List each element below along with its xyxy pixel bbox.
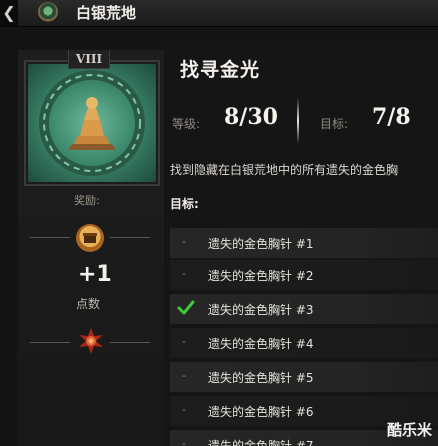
list-item[interactable]: - 遗失的金色胸针 #1 (170, 228, 438, 258)
region-emblem-icon (38, 2, 58, 22)
divider (30, 237, 70, 238)
objective-label: 遗失的金色胸针 #7 (208, 439, 314, 446)
quest-badge (24, 60, 160, 186)
quest-description: 找到隐藏在白银荒地中的所有遗失的金色胸 (170, 163, 399, 177)
divider (110, 342, 150, 343)
goal-value: 7/8 (372, 104, 411, 130)
points-value: +1 (78, 262, 112, 287)
divider (110, 237, 150, 238)
list-item[interactable]: 遗失的金色胸针 #3 (170, 294, 438, 324)
incomplete-dash-icon: - (182, 267, 186, 280)
objective-label: 遗失的金色胸针 #6 (208, 405, 314, 419)
spiked-star-icon (77, 327, 105, 355)
objective-label: 遗失的金色胸针 #4 (208, 337, 314, 351)
shrine-emblem-icon (28, 64, 156, 182)
treasure-chest-icon (76, 224, 104, 252)
tier-label: VIII (68, 50, 110, 69)
objective-label: 遗失的金色胸针 #3 (208, 303, 314, 317)
list-item[interactable]: - 遗失的金色胸针 #5 (170, 362, 438, 392)
points-label: 点数 (76, 297, 101, 311)
level-value: 8/30 (224, 104, 278, 130)
list-item[interactable]: - 遗失的金色胸针 #4 (170, 328, 438, 358)
level-label: 等级: (172, 117, 201, 131)
incomplete-dash-icon: - (182, 235, 186, 248)
watermark: 酷乐米 (386, 421, 432, 439)
checkmark-icon (177, 300, 195, 315)
incomplete-dash-icon: - (182, 403, 186, 416)
chevron-left-icon: ❮ (2, 3, 16, 22)
objective-label: 遗失的金色胸针 #1 (208, 237, 314, 251)
objective-label: 遗失的金色胸针 #5 (208, 371, 314, 385)
region-title: 白银荒地 (76, 4, 137, 22)
reward-label: 奖励: (74, 194, 100, 207)
top-bar (0, 0, 438, 27)
objectives-header: 目标: (170, 197, 199, 211)
goal-label: 目标: (320, 117, 349, 131)
back-button[interactable]: ❮ (0, 0, 18, 26)
objective-label: 遗失的金色胸针 #2 (208, 269, 314, 283)
quest-title: 找寻金光 (180, 59, 261, 81)
incomplete-dash-icon: - (182, 369, 186, 382)
list-item[interactable]: - 遗失的金色胸针 #2 (170, 260, 438, 290)
divider (30, 342, 70, 343)
incomplete-dash-icon: - (182, 437, 186, 446)
vertical-divider (297, 98, 299, 144)
incomplete-dash-icon: - (182, 335, 186, 348)
